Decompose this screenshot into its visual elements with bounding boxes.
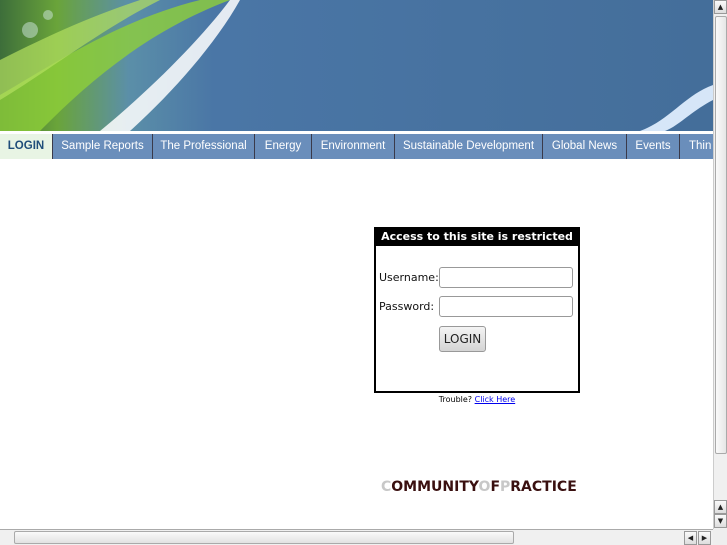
- header-banner: [0, 0, 713, 131]
- username-label: Username:: [379, 271, 439, 284]
- tab-sample-reports[interactable]: Sample Reports: [53, 134, 153, 159]
- username-input[interactable]: [439, 267, 573, 288]
- vertical-scroll-thumb[interactable]: [715, 16, 727, 454]
- horizontal-scrollbar[interactable]: ◀ ▶: [0, 529, 713, 545]
- scrollbar-corner: [713, 529, 727, 545]
- login-button[interactable]: LOGIN: [439, 326, 486, 352]
- tab-the-professional[interactable]: The Professional: [153, 134, 255, 159]
- login-title: Access to this site is restricted: [376, 229, 578, 246]
- scroll-down-icon[interactable]: ▼: [714, 514, 727, 528]
- main-nav: LOGIN Sample Reports The Professional En…: [0, 134, 713, 159]
- page-viewport: LOGIN Sample Reports The Professional En…: [0, 0, 713, 529]
- community-of-practice-logo: COMMUNITYOFPRACTICE: [381, 479, 577, 495]
- trouble-line: Trouble? Click Here: [374, 395, 580, 404]
- tab-sustainable-development[interactable]: Sustainable Development: [395, 134, 543, 159]
- password-label: Password:: [379, 300, 435, 313]
- tab-login[interactable]: LOGIN: [0, 134, 53, 159]
- banner-graphic: [0, 0, 713, 131]
- tab-environment[interactable]: Environment: [312, 134, 395, 159]
- scroll-left-icon[interactable]: ◀: [684, 531, 697, 545]
- tab-thin[interactable]: Thin: [680, 134, 713, 159]
- horizontal-scroll-thumb[interactable]: [14, 531, 514, 544]
- tab-energy[interactable]: Energy: [255, 134, 312, 159]
- tab-global-news[interactable]: Global News: [543, 134, 627, 159]
- login-box: Access to this site is restricted Userna…: [374, 227, 580, 393]
- tab-events[interactable]: Events: [627, 134, 680, 159]
- scroll-up-icon[interactable]: ▲: [714, 500, 727, 514]
- trouble-text: Trouble?: [438, 395, 473, 404]
- password-input[interactable]: [439, 296, 573, 317]
- scroll-up-icon[interactable]: ▲: [714, 0, 727, 14]
- click-here-link[interactable]: Click Here: [475, 395, 516, 404]
- vertical-scrollbar[interactable]: ▲ ▲ ▼: [713, 0, 727, 529]
- scroll-right-icon[interactable]: ▶: [698, 531, 711, 545]
